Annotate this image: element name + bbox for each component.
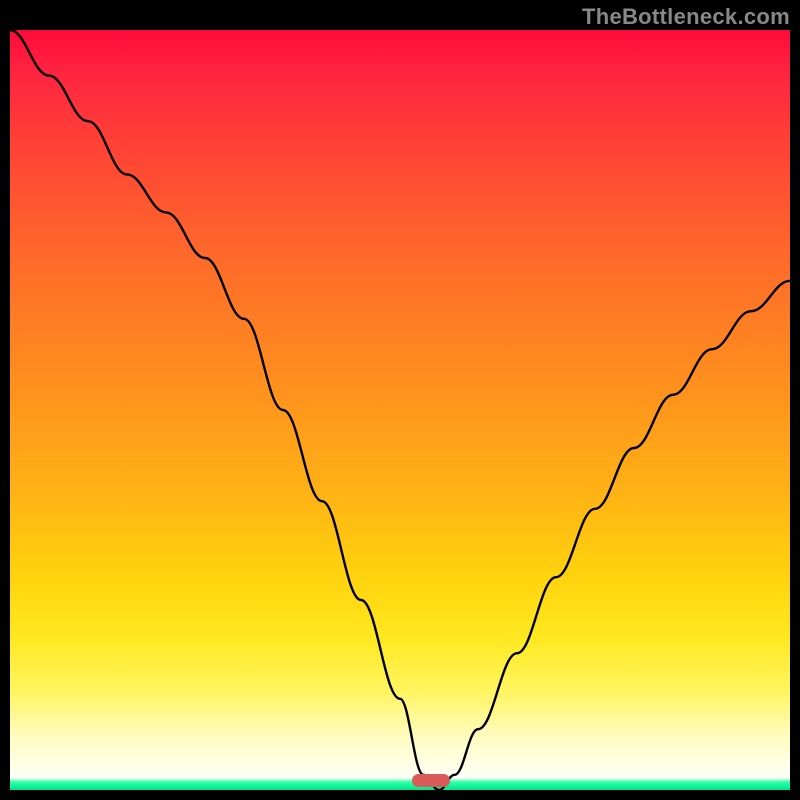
optimal-marker (412, 774, 450, 787)
plot-frame (10, 30, 790, 790)
bottleneck-curve-path (10, 30, 790, 790)
chart-stage: TheBottleneck.com (0, 0, 800, 800)
bottleneck-curve (10, 30, 790, 790)
watermark-text: TheBottleneck.com (582, 4, 790, 30)
